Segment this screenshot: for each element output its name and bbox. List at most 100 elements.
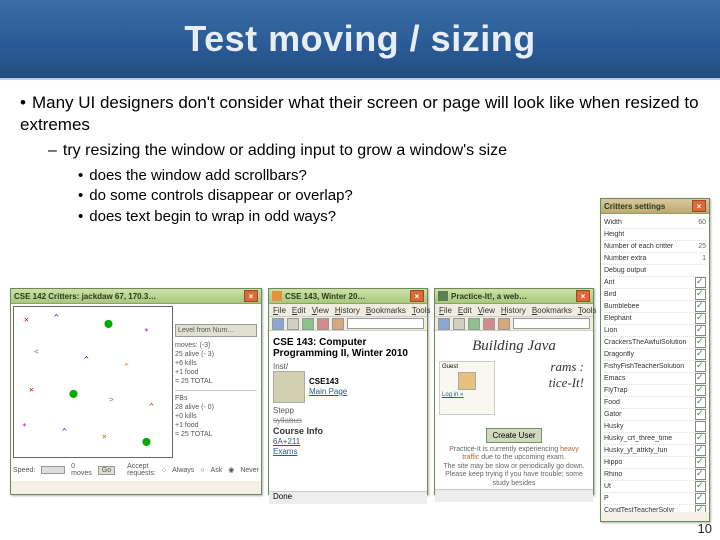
link-exams[interactable]: Exams: [273, 447, 423, 456]
speed-slider[interactable]: [41, 466, 65, 474]
go-button[interactable]: Go: [98, 466, 115, 475]
setting-value[interactable]: 60: [686, 219, 706, 226]
checkbox[interactable]: [695, 421, 706, 432]
link-syllabus[interactable]: syllabus: [273, 416, 423, 425]
url-field[interactable]: [513, 318, 590, 329]
speed-label: Speed:: [13, 467, 35, 474]
reload-icon[interactable]: [302, 318, 314, 330]
link-main[interactable]: Main Page: [309, 387, 347, 396]
login-link[interactable]: Log in »: [442, 392, 492, 398]
reload-icon[interactable]: [468, 318, 480, 330]
critter-name: CrackersTheAwfulSolution: [604, 339, 695, 346]
titlebar: CSE 143, Winter 20… ×: [269, 289, 427, 304]
critter-name: Husky: [604, 423, 695, 430]
checkbox[interactable]: [695, 397, 706, 408]
bullet-2: –try resizing the window or adding input…: [48, 142, 700, 160]
stop-icon[interactable]: [317, 318, 329, 330]
page-content: Building Java rams : tice-It! Guest Log …: [435, 331, 593, 502]
checkbox[interactable]: [695, 493, 706, 504]
statusbar: Speed: 0 moves Go Accept requests: ○Alwa…: [13, 461, 259, 479]
link-room[interactable]: 6A+211: [273, 437, 423, 446]
checkbox[interactable]: [695, 433, 706, 444]
checkbox[interactable]: [695, 277, 706, 288]
critter-row: Ant: [604, 277, 706, 289]
slide-title: Test moving / sizing: [184, 18, 535, 60]
opt-never[interactable]: Never: [240, 467, 259, 474]
menu-item[interactable]: File: [439, 306, 452, 315]
checkbox[interactable]: [695, 373, 706, 384]
close-icon[interactable]: ×: [244, 290, 258, 302]
forward-icon[interactable]: [287, 318, 299, 330]
checkbox[interactable]: [695, 409, 706, 420]
toolbar: [269, 317, 427, 331]
menu-item[interactable]: History: [335, 306, 360, 315]
window-cse143: CSE 143, Winter 20… × File Edit View Histor…: [268, 288, 428, 495]
critter-row: Husky: [604, 421, 706, 433]
close-icon[interactable]: ×: [692, 200, 706, 212]
url-field[interactable]: [347, 318, 424, 329]
critter-name: Bumblebee: [604, 303, 695, 310]
home-icon[interactable]: [332, 318, 344, 330]
notice: Practice-It is currently experiencing he…: [438, 446, 590, 488]
menu-item[interactable]: History: [501, 306, 526, 315]
critter-row: Ut: [604, 481, 706, 493]
checkbox[interactable]: [695, 457, 706, 468]
menu-item[interactable]: Edit: [292, 306, 306, 315]
opt-always[interactable]: Always: [172, 467, 194, 474]
avatar-icon: [458, 372, 476, 390]
setting-key: Number of each critter: [604, 243, 686, 250]
setting-value[interactable]: 1: [686, 255, 706, 262]
back-icon[interactable]: [272, 318, 284, 330]
checkbox[interactable]: [695, 385, 706, 396]
menu-item[interactable]: File: [273, 306, 286, 315]
back-icon[interactable]: [438, 318, 450, 330]
menu-item[interactable]: Tools: [578, 306, 597, 315]
close-icon[interactable]: ×: [410, 290, 424, 302]
checkbox[interactable]: [695, 313, 706, 324]
bullet-1-text: Many UI designers don't consider what th…: [20, 93, 699, 134]
critter-field: ✕ ^ ⬤ * < ^ ^ ✕ ⬤ > ^ * ^ × ⬤: [13, 306, 173, 458]
section-course-info: Course Info: [273, 426, 423, 436]
close-icon[interactable]: ×: [576, 290, 590, 302]
bullet-1: •Many UI designers don't consider what t…: [20, 92, 700, 136]
critter-name: Hippo: [604, 459, 695, 466]
page-heading: CSE 143: Computer Programming II, Winter…: [273, 337, 423, 359]
menu-item[interactable]: View: [478, 306, 495, 315]
home-icon[interactable]: [498, 318, 510, 330]
checkbox[interactable]: [695, 361, 706, 372]
photo-icon: [273, 371, 305, 403]
setting-value[interactable]: 25: [686, 243, 706, 250]
menu-item[interactable]: Edit: [458, 306, 472, 315]
checkbox[interactable]: [695, 505, 706, 512]
menu-item[interactable]: Bookmarks: [366, 306, 406, 315]
window-title: Practice-It!, a web…: [451, 292, 576, 301]
stop-icon[interactable]: [483, 318, 495, 330]
critter-row: P: [604, 493, 706, 505]
checkbox[interactable]: [695, 481, 706, 492]
critter-row: Dragonfly: [604, 349, 706, 361]
critter-name: Elephant: [604, 315, 695, 322]
checkbox[interactable]: [695, 337, 706, 348]
menu-item[interactable]: Bookmarks: [532, 306, 572, 315]
menubar: FileEditViewHistoryBookmarksTools: [435, 304, 593, 317]
level-button[interactable]: Level from Num…: [175, 324, 257, 337]
critter-name: FlyTrap: [604, 387, 695, 394]
critter-name: Food: [604, 399, 695, 406]
checkbox[interactable]: [695, 445, 706, 456]
critter-row: Bumblebee: [604, 301, 706, 313]
menu-item[interactable]: View: [312, 306, 329, 315]
checkbox[interactable]: [695, 325, 706, 336]
menu-item[interactable]: Tools: [412, 306, 431, 315]
window-content: ✕ ^ ⬤ * < ^ ^ ✕ ⬤ > ^ * ^ × ⬤ Level from…: [11, 304, 261, 481]
checkbox[interactable]: [695, 301, 706, 312]
critter-row: FlyTrap: [604, 385, 706, 397]
critter-row: Rhino: [604, 469, 706, 481]
create-user-button[interactable]: Create User: [486, 428, 541, 443]
window-settings: Critters settings × Width60HeightNumber …: [600, 198, 710, 522]
opt-ask[interactable]: Ask: [211, 467, 223, 474]
checkbox[interactable]: [695, 469, 706, 480]
titlebar: Practice-It!, a web… ×: [435, 289, 593, 304]
forward-icon[interactable]: [453, 318, 465, 330]
checkbox[interactable]: [695, 349, 706, 360]
checkbox[interactable]: [695, 289, 706, 300]
